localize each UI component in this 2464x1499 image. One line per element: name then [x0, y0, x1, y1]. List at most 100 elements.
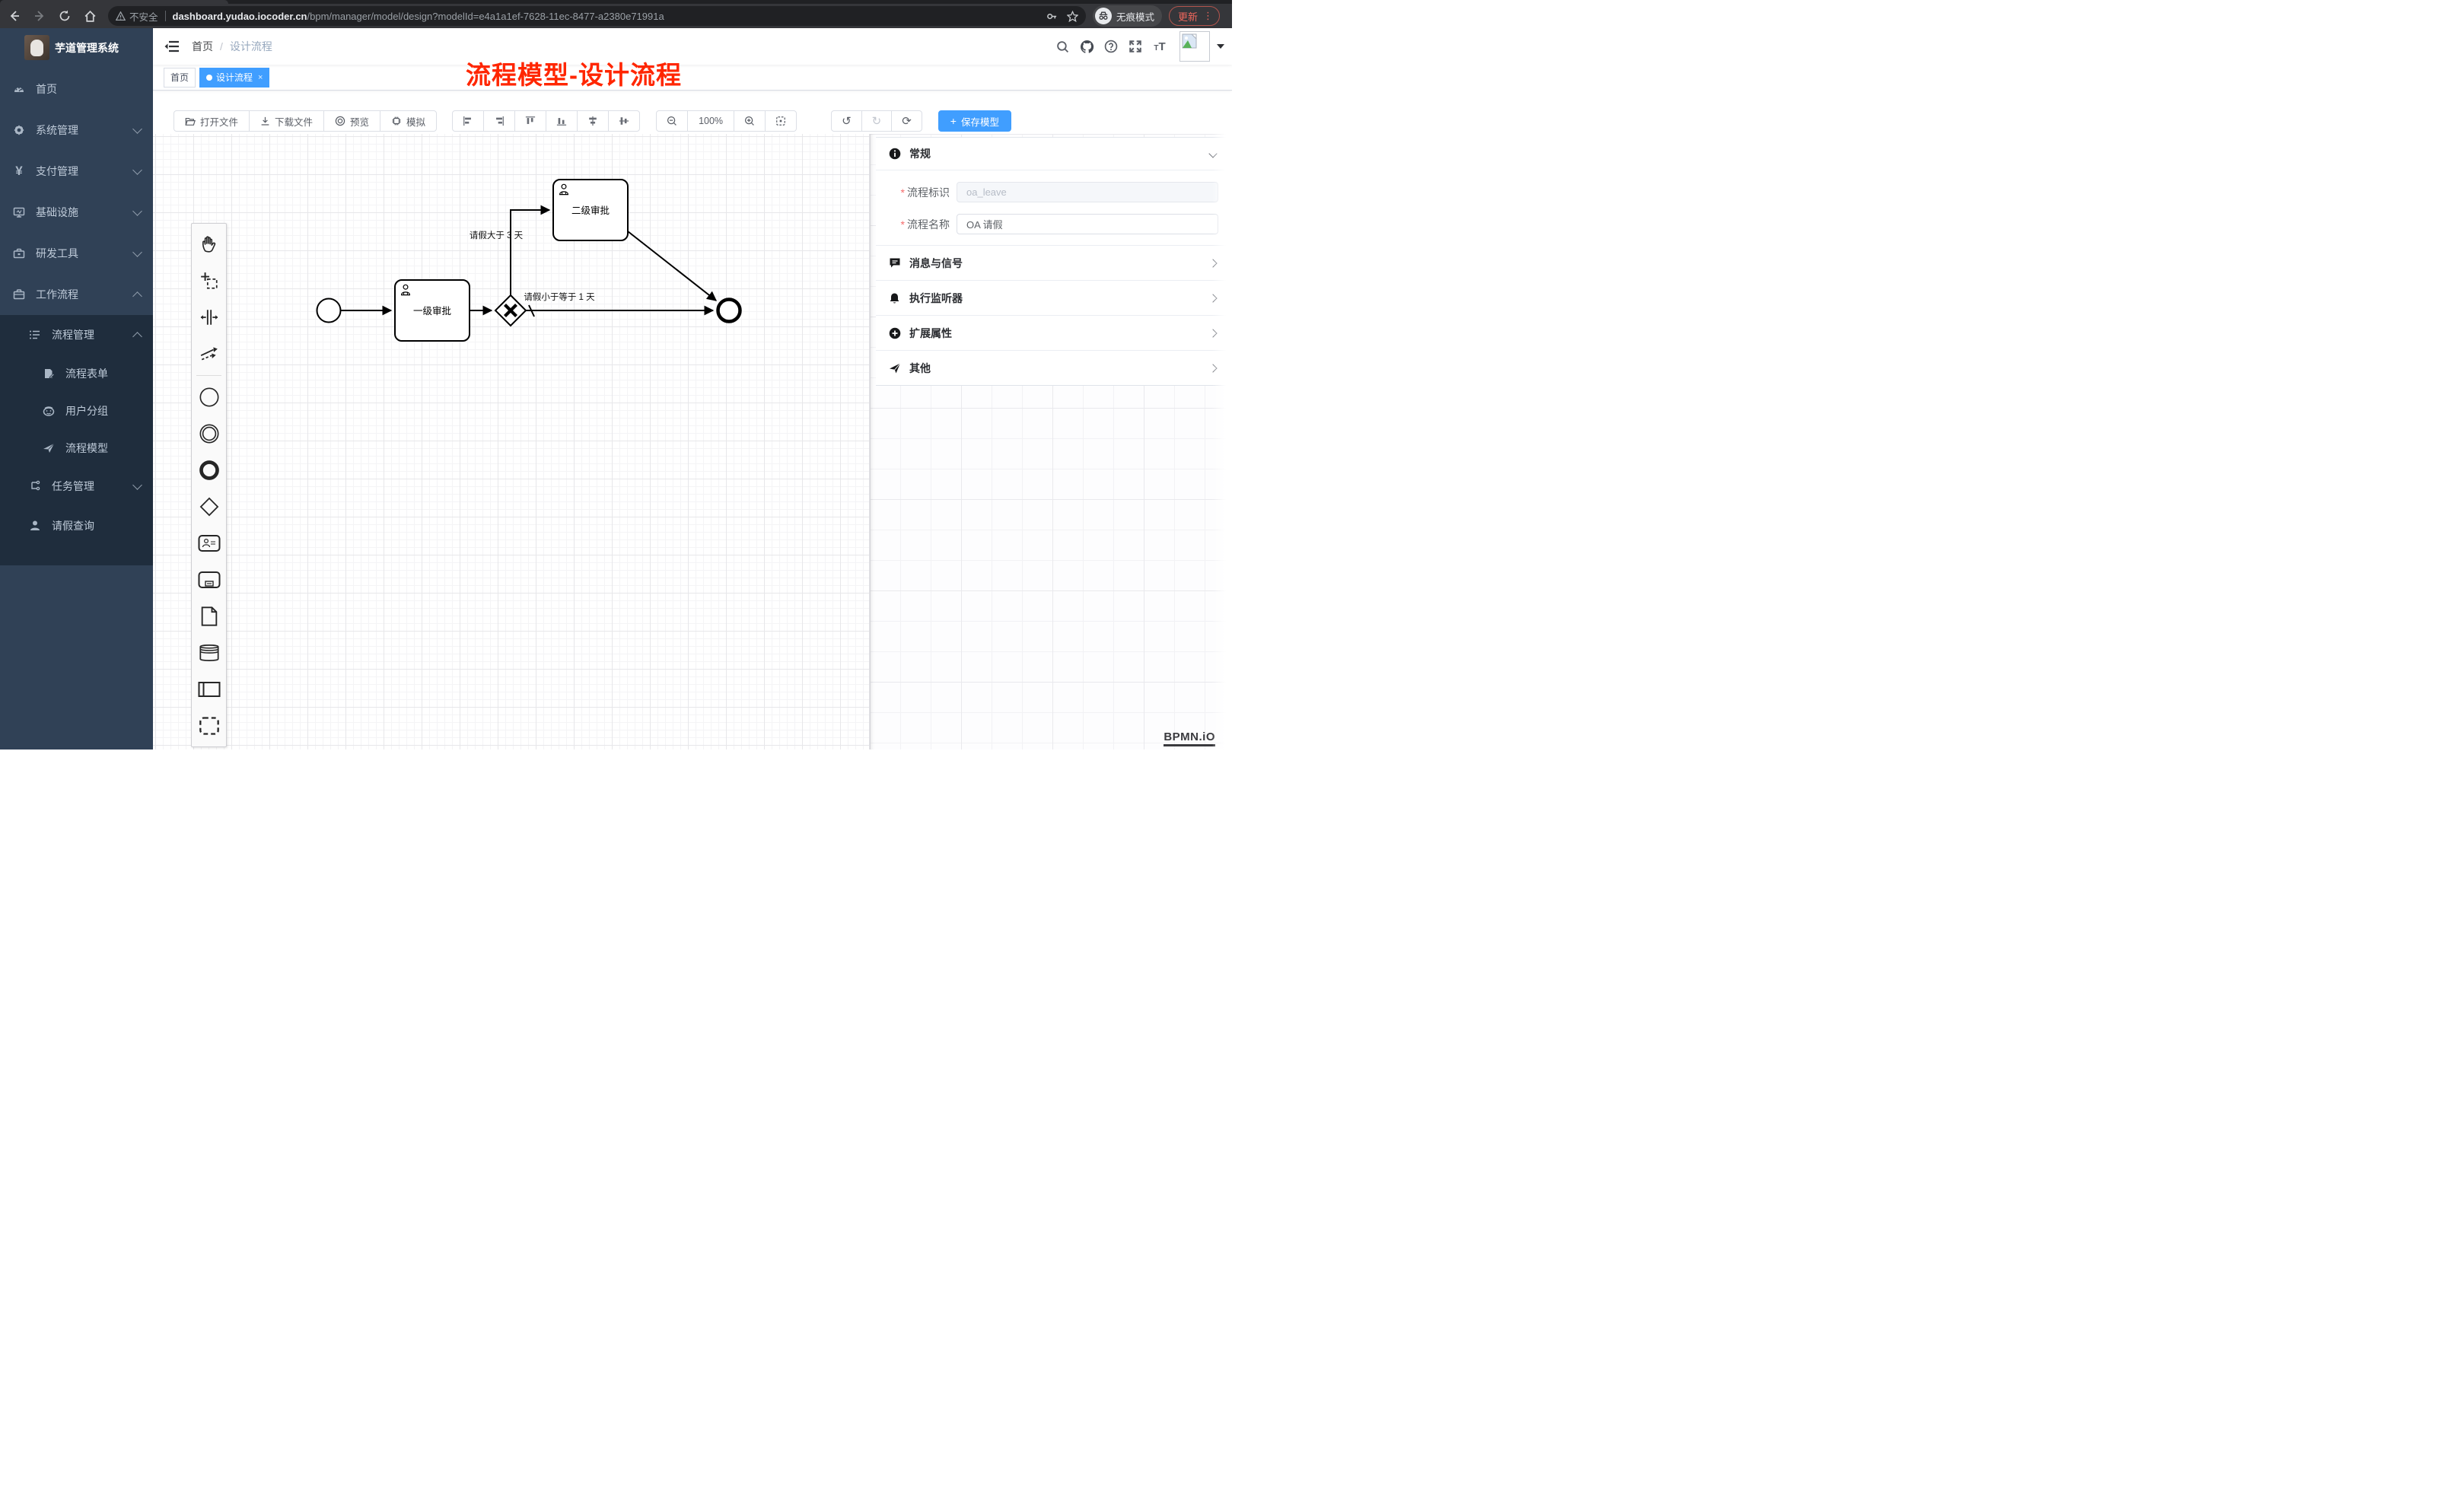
align-left-button[interactable]: [452, 110, 484, 132]
sidebar-item-infra[interactable]: 基础设施: [0, 192, 153, 233]
breadcrumb-current: 设计流程: [230, 39, 272, 54]
message-icon: [888, 257, 901, 269]
browser-forward-button[interactable]: [29, 6, 50, 26]
flow-task2-to-end: [628, 231, 716, 301]
create-group[interactable]: [192, 708, 226, 744]
bpmn-canvas[interactable]: 一级审批 二级审批: [153, 134, 869, 750]
chevron-up-icon: [132, 291, 142, 301]
zoom-out-button[interactable]: [656, 110, 688, 132]
browser-home-button[interactable]: [79, 6, 100, 26]
sidebar-item-task-mgmt[interactable]: 任务管理: [0, 466, 153, 506]
create-data-object[interactable]: [192, 598, 226, 635]
user-task-level1[interactable]: 一级审批: [395, 280, 470, 341]
process-key-label: 流程标识: [907, 186, 950, 199]
create-subprocess[interactable]: [192, 562, 226, 598]
create-data-store[interactable]: [192, 635, 226, 671]
restart-button[interactable]: ⟳: [891, 110, 922, 132]
flow-label-gt3[interactable]: 请假大于 3 天: [470, 230, 524, 240]
tag-home[interactable]: 首页: [164, 68, 196, 88]
bookmark-star-icon[interactable]: [1067, 11, 1078, 22]
create-end-event[interactable]: [192, 452, 226, 489]
help-icon[interactable]: [1099, 34, 1123, 59]
open-file-button[interactable]: 打开文件: [173, 110, 250, 132]
section-other[interactable]: 其他: [876, 350, 1228, 385]
end-event[interactable]: [718, 300, 740, 322]
start-event[interactable]: [317, 299, 341, 323]
align-top-button[interactable]: [514, 110, 546, 132]
sidebar-item-system[interactable]: 系统管理: [0, 110, 153, 151]
global-connect-tool[interactable]: [192, 336, 226, 372]
sidebar-item-leave-query[interactable]: 请假查询: [0, 506, 153, 546]
browser-menu-icon[interactable]: ⋮: [1203, 10, 1213, 22]
create-user-task[interactable]: [192, 525, 226, 562]
search-icon[interactable]: [1050, 34, 1074, 59]
section-general[interactable]: 常规: [876, 138, 1228, 170]
create-gateway[interactable]: [192, 489, 226, 525]
avatar[interactable]: [1179, 31, 1210, 62]
tag-design-process[interactable]: 设计流程 ×: [199, 68, 269, 88]
browser-update-button[interactable]: 更新 ⋮: [1169, 6, 1220, 26]
fullscreen-icon[interactable]: [1123, 34, 1148, 59]
not-secure-icon: [116, 11, 126, 21]
sidebar-item-process-form[interactable]: 流程表单: [0, 355, 153, 392]
breadcrumb-home[interactable]: 首页: [192, 39, 213, 54]
sidebar-item-workflow[interactable]: 工作流程: [0, 274, 153, 315]
start-event-icon: [199, 387, 220, 408]
sidebar-item-user-group[interactable]: 用户分组: [0, 392, 153, 429]
zoom-reset-button[interactable]: [765, 110, 797, 132]
bpmn-io-watermark[interactable]: BPMN.iO: [1164, 730, 1215, 746]
sidebar-toggle-icon[interactable]: [164, 39, 180, 54]
section-extended-attrs[interactable]: 扩展属性: [876, 315, 1228, 350]
sidebar-logo[interactable]: 芋道管理系统: [0, 28, 153, 67]
lasso-tool[interactable]: [192, 263, 226, 299]
align-bottom-button[interactable]: [546, 110, 578, 132]
download-file-button[interactable]: 下载文件: [249, 110, 324, 132]
save-model-button[interactable]: + 保存模型: [938, 110, 1011, 132]
font-size-icon[interactable]: TT: [1148, 34, 1172, 59]
user-task-palette-icon: [198, 534, 221, 552]
process-name-input[interactable]: [957, 214, 1218, 234]
align-middle-button[interactable]: [608, 110, 640, 132]
zoom-in-icon: [744, 116, 755, 126]
tag-close-icon[interactable]: ×: [258, 73, 263, 82]
browser-url-bar[interactable]: 不安全 dashboard.yudao.iocoder.cn/bpm/manag…: [108, 6, 1086, 26]
process-key-input[interactable]: [957, 182, 1218, 202]
browser-back-button[interactable]: [4, 6, 25, 26]
preview-button[interactable]: 预览: [323, 110, 380, 132]
sidebar-item-process-model[interactable]: 流程模型: [0, 429, 153, 466]
exclusive-gateway[interactable]: [495, 295, 526, 326]
sidebar-item-process-mgmt[interactable]: 流程管理: [0, 315, 153, 355]
hand-tool[interactable]: [192, 226, 226, 263]
logo-avatar: [24, 35, 49, 60]
flow-gateway-to-task2: [511, 210, 549, 296]
sidebar-item-home[interactable]: 首页: [0, 68, 153, 110]
tree-icon: [29, 480, 41, 492]
sidebar-item-payment[interactable]: ¥ 支付管理: [0, 151, 153, 192]
chip-icon: [391, 116, 402, 126]
browser-reload-button[interactable]: [54, 6, 75, 26]
avatar-caret-icon[interactable]: [1217, 44, 1224, 49]
user-task-level2[interactable]: 二级审批: [553, 180, 628, 240]
create-intermediate-event[interactable]: [192, 415, 226, 452]
section-execution-listener[interactable]: 执行监听器: [876, 280, 1228, 315]
sidebar-item-devtools[interactable]: 研发工具: [0, 233, 153, 274]
sidebar-item-label: 基础设施: [36, 205, 78, 220]
flow-label-le1[interactable]: 请假小于等于 1 天: [524, 291, 595, 302]
undo-button[interactable]: ↺: [831, 110, 862, 132]
redo-button[interactable]: ↻: [861, 110, 893, 132]
section-message-signal[interactable]: 消息与信号: [876, 245, 1228, 280]
password-key-icon[interactable]: [1046, 11, 1058, 22]
chevron-right-icon: [1208, 329, 1217, 337]
github-icon[interactable]: [1074, 34, 1099, 59]
create-participant[interactable]: [192, 671, 226, 708]
align-center-button[interactable]: [577, 110, 609, 132]
space-tool[interactable]: [192, 299, 226, 336]
create-start-event[interactable]: [192, 379, 226, 415]
align-right-button[interactable]: [483, 110, 515, 132]
simulate-button[interactable]: 模拟: [380, 110, 437, 132]
browser-chrome: 不安全 dashboard.yudao.iocoder.cn/bpm/manag…: [0, 0, 1232, 28]
end-event-icon: [199, 460, 220, 481]
section-label: 执行监听器: [909, 291, 963, 306]
send-icon: [888, 362, 901, 374]
zoom-in-button[interactable]: [734, 110, 766, 132]
